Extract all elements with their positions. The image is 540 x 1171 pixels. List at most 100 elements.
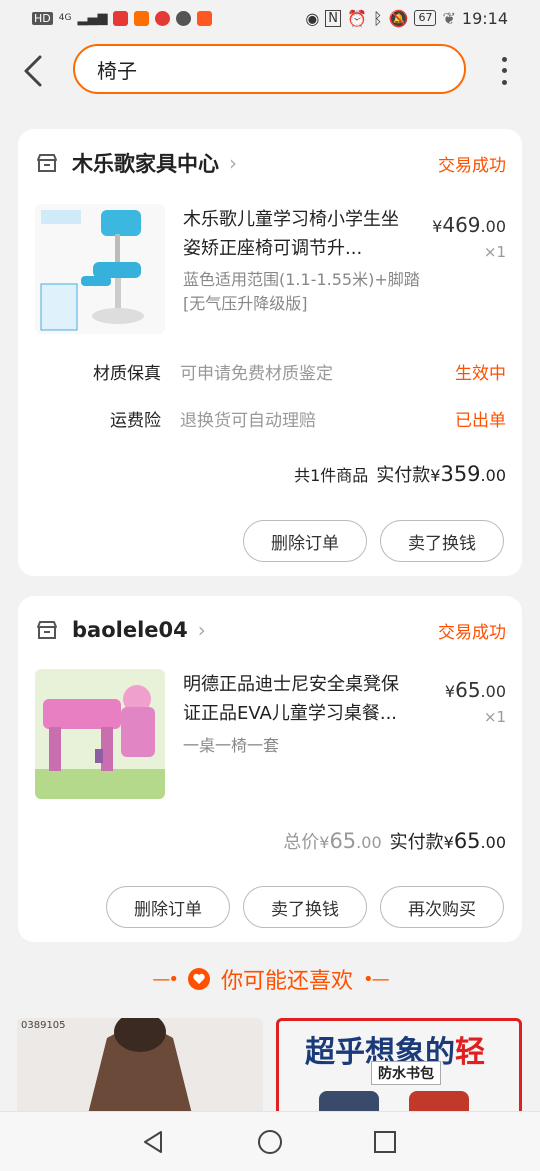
service-description: 退换货可自动理赔 bbox=[180, 410, 316, 431]
top-bar bbox=[0, 40, 540, 102]
shop-header[interactable]: baolele04 › 交易成功 bbox=[36, 616, 506, 644]
nfc-icon: N bbox=[325, 9, 342, 27]
hd-label: HD bbox=[32, 11, 53, 25]
store-icon bbox=[37, 154, 57, 172]
decor-line-right: •— bbox=[363, 968, 390, 990]
signal-icon: ▂▄▆ bbox=[77, 10, 108, 26]
shop-header[interactable]: 木乐歌家具中心 › 交易成功 bbox=[36, 149, 506, 177]
total-integer: 65 bbox=[329, 829, 357, 853]
nav-recents-icon[interactable] bbox=[372, 1129, 398, 1155]
price-integer: 65 bbox=[455, 678, 481, 702]
mute-icon: 🔕 bbox=[388, 8, 409, 28]
order-card[interactable]: 木乐歌家具中心 › 交易成功 木乐歌儿童学习椅小学生坐姿矫正座椅可调节升... … bbox=[18, 129, 522, 576]
service-row-shipping-insurance[interactable]: 运费险 退换货可自动理赔 已出单 bbox=[18, 405, 506, 431]
paid-integer: 359 bbox=[440, 462, 481, 486]
app-notification-icon bbox=[113, 10, 129, 26]
video-app-icon bbox=[134, 10, 150, 26]
paid-currency: ¥ bbox=[443, 833, 454, 852]
product-price: ¥469.00 bbox=[432, 213, 506, 237]
price-currency: ¥ bbox=[444, 682, 456, 701]
shop-name[interactable]: baolele04 bbox=[72, 618, 188, 642]
more-dot-icon bbox=[501, 79, 507, 85]
more-dot-icon bbox=[501, 57, 507, 63]
decor-line-left: —• bbox=[152, 968, 179, 990]
resell-button[interactable]: 卖了换钱 bbox=[243, 886, 367, 928]
bot-app-icon bbox=[176, 10, 192, 26]
product-title[interactable]: 明德正品迪士尼安全桌凳保证正品EVA儿童学习桌餐... bbox=[183, 670, 413, 728]
desk-set-image-icon bbox=[35, 669, 165, 799]
product-image[interactable] bbox=[35, 204, 165, 334]
item-count: 共1件商品 bbox=[294, 466, 369, 485]
system-nav-bar bbox=[0, 1111, 540, 1171]
recommend-header: —• 你可能还喜欢 •— bbox=[0, 960, 540, 998]
service-label: 运费险 bbox=[110, 410, 161, 431]
paid-label: 实付款 bbox=[389, 832, 444, 853]
service-status: 已出单 bbox=[455, 410, 506, 431]
alarm-icon: ⏰ bbox=[347, 8, 367, 28]
price-decimal: .00 bbox=[480, 682, 506, 701]
service-description: 可申请免费材质鉴定 bbox=[180, 363, 333, 384]
ad-badge: 防水书包 bbox=[371, 1061, 441, 1085]
order-status: 交易成功 bbox=[438, 155, 506, 176]
buy-again-button[interactable]: 再次购买 bbox=[380, 886, 504, 928]
total-currency: ¥ bbox=[319, 833, 330, 852]
search-input[interactable] bbox=[95, 56, 444, 82]
paid-label: 实付款 bbox=[376, 465, 431, 486]
recommend-title: 你可能还喜欢 bbox=[220, 969, 353, 994]
service-status: 生效中 bbox=[455, 363, 506, 384]
paid-integer: 65 bbox=[453, 829, 481, 853]
price-currency: ¥ bbox=[432, 217, 443, 236]
recommend-item[interactable]: 超乎想象的轻 防水书包 bbox=[276, 1018, 522, 1118]
nav-back-icon[interactable] bbox=[141, 1129, 167, 1155]
more-options-button[interactable] bbox=[494, 54, 514, 88]
total-label: 总价 bbox=[283, 832, 320, 853]
resell-button[interactable]: 卖了换钱 bbox=[380, 520, 504, 562]
more-dot-icon bbox=[501, 68, 507, 74]
chevron-right-icon: › bbox=[229, 151, 237, 175]
back-arrow-icon bbox=[24, 55, 42, 87]
product-quantity: ×1 bbox=[483, 243, 506, 261]
paid-decimal: .00 bbox=[480, 466, 506, 485]
shop-app-icon bbox=[197, 10, 213, 26]
product-price: ¥65.00 bbox=[445, 678, 506, 702]
service-row-material[interactable]: 材质保真 可申请免费材质鉴定 生效中 bbox=[18, 358, 506, 384]
product-quantity: ×1 bbox=[483, 708, 506, 726]
network-label: 4G bbox=[58, 13, 72, 23]
sweater-image-icon bbox=[17, 1018, 263, 1118]
order-actions: 删除订单 卖了换钱 bbox=[243, 520, 504, 562]
order-card[interactable]: baolele04 › 交易成功 明德正品迪士尼安全桌凳保证正品EVA儿童学习桌… bbox=[18, 596, 522, 942]
back-button[interactable] bbox=[20, 54, 50, 88]
product-code: 0389105 bbox=[21, 1020, 66, 1031]
order-actions: 删除订单 卖了换钱 再次购买 bbox=[106, 886, 504, 928]
service-label: 材质保真 bbox=[93, 363, 161, 384]
recommend-item[interactable]: 0389105 bbox=[17, 1018, 263, 1118]
price-decimal: .00 bbox=[480, 217, 506, 236]
product-sku: 蓝色适用范围(1.1-1.55米)+脚踏[无气压升降级版] bbox=[183, 270, 420, 313]
product-sku: 一桌一椅一套 bbox=[183, 736, 280, 755]
delete-order-button[interactable]: 删除订单 bbox=[243, 520, 367, 562]
product-title[interactable]: 木乐歌儿童学习椅小学生坐姿矫正座椅可调节升... bbox=[183, 205, 413, 263]
bluetooth-icon: ᛒ bbox=[372, 8, 383, 28]
total-decimal: .00 bbox=[356, 833, 382, 852]
price-integer: 469 bbox=[442, 213, 481, 237]
nav-home-icon[interactable] bbox=[257, 1129, 283, 1155]
product-image[interactable] bbox=[35, 669, 165, 799]
message-app-icon bbox=[155, 10, 171, 26]
order-status: 交易成功 bbox=[438, 622, 506, 643]
status-bar: HD 4G ▂▄▆ ◉ N ⏰ ᛒ 🔕 67 ❦ 19:14 bbox=[0, 0, 540, 36]
store-icon bbox=[37, 621, 57, 639]
shop-name[interactable]: 木乐歌家具中心 bbox=[72, 148, 219, 178]
ad-title-accent: 轻 bbox=[455, 1035, 485, 1070]
clock-time: 19:14 bbox=[461, 8, 508, 28]
delete-order-button[interactable]: 删除订单 bbox=[106, 886, 230, 928]
battery-icon: 67 bbox=[414, 10, 437, 26]
paid-currency: ¥ bbox=[430, 466, 441, 485]
chair-image-icon bbox=[35, 204, 165, 334]
order-total: 共1件商品 实付款 ¥ 359 .00 bbox=[294, 461, 506, 487]
leaf-icon: ❦ bbox=[442, 8, 456, 28]
heart-icon bbox=[187, 968, 210, 990]
search-box[interactable] bbox=[73, 44, 466, 94]
eye-icon: ◉ bbox=[305, 8, 320, 28]
paid-decimal: .00 bbox=[480, 833, 506, 852]
chevron-right-icon: › bbox=[197, 618, 206, 642]
